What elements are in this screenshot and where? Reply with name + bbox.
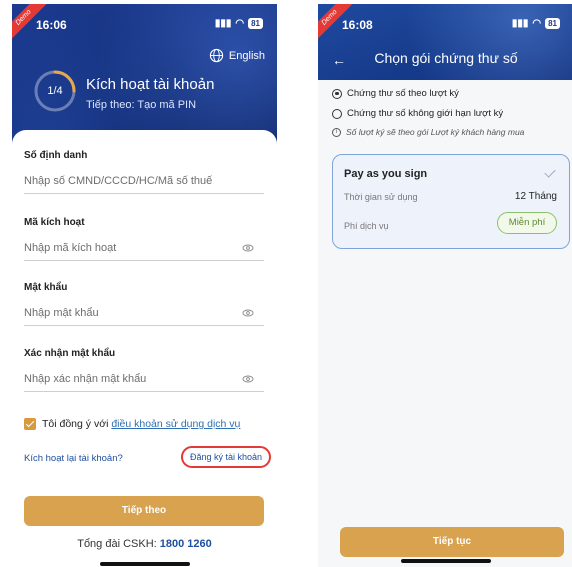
- status-icons: ▮▮▮ ◠ 81: [215, 18, 263, 29]
- language-label: English: [228, 49, 265, 62]
- home-indicator: [401, 559, 491, 563]
- eye-icon[interactable]: [242, 373, 254, 385]
- terms-checkbox[interactable]: [24, 418, 36, 430]
- field-label: Mật khẩu: [24, 282, 68, 293]
- step-progress-ring: 1/4: [32, 68, 78, 114]
- form-card: Số định danh Nhập số CMND/CCCD/HC/Mã số …: [12, 130, 277, 567]
- password-input[interactable]: Nhập mật khẩu: [24, 304, 264, 326]
- status-time: 16:08: [342, 18, 373, 32]
- radio-selected-icon[interactable]: [332, 88, 342, 99]
- field-label: Mã kích hoạt: [24, 217, 85, 228]
- status-bar: 16:06 ▮▮▮ ◠ 81: [12, 18, 277, 32]
- signal-icon: ▮▮▮: [214, 18, 232, 29]
- checkmark-icon: [544, 166, 556, 178]
- wifi-icon: ◠: [235, 18, 245, 29]
- fee-label: Phí dịch vụ: [344, 221, 389, 231]
- hotline-number[interactable]: 1800 1260: [160, 538, 212, 550]
- status-bar: 16:08 ▮▮▮ ◠ 81: [318, 18, 572, 32]
- fee-badge: Miễn phí: [497, 212, 557, 234]
- option-unlimited[interactable]: Chứng thư số không giới hạn lượt ký: [332, 108, 503, 119]
- duration-label: Thời gian sử dụng: [344, 192, 418, 202]
- hotline-label: Tổng đài CSKH:: [77, 538, 157, 550]
- battery-icon: 81: [545, 18, 560, 29]
- field-label: Số định danh: [24, 150, 88, 161]
- eye-icon[interactable]: [242, 307, 254, 319]
- option-label: Chứng thư số không giới hạn lượt ký: [347, 108, 504, 119]
- next-button[interactable]: Tiếp theo: [24, 496, 264, 526]
- header-background: [318, 4, 572, 80]
- id-number-field: Số định danh Nhập số CMND/CCCD/HC/Mã số …: [24, 150, 264, 194]
- info-icon: i: [332, 127, 341, 137]
- hotline: Tổng đài CSKH: 1800 1260: [12, 538, 277, 550]
- eye-icon[interactable]: [242, 242, 254, 254]
- info-text: Số lượt ký sẽ theo gói Lượt ký khách hàn…: [346, 127, 525, 137]
- signal-icon: ▮▮▮: [511, 18, 529, 29]
- input-placeholder: Nhập mật khẩu: [24, 307, 99, 319]
- language-switch[interactable]: English: [209, 48, 265, 63]
- page-title: Kích hoạt tài khoản: [86, 76, 215, 93]
- input-placeholder: Nhập số CMND/CCCD/HC/Mã số thuế: [24, 175, 213, 187]
- terms-link[interactable]: điều khoản sử dụng dịch vụ: [111, 418, 240, 430]
- field-label: Xác nhận mật khẩu: [24, 348, 116, 359]
- option-per-signature[interactable]: Chứng thư số theo lượt ký: [332, 88, 459, 99]
- battery-icon: 81: [248, 18, 263, 29]
- input-placeholder: Nhập mã kích hoạt: [24, 242, 117, 254]
- next-step-subtitle: Tiếp theo: Tạo mã PIN: [86, 99, 197, 111]
- confirm-password-field: Xác nhận mật khẩu Nhập xác nhận mật khẩu: [24, 348, 264, 392]
- confirm-password-input[interactable]: Nhập xác nhận mật khẩu: [24, 370, 264, 392]
- terms-agreement: Tôi đồng ý với điều khoản sử dụng dịch v…: [24, 418, 240, 430]
- page-title: Chọn gói chứng thư số: [374, 50, 518, 66]
- package-card[interactable]: Pay as you sign Thời gian sử dụng 12 Thá…: [332, 154, 570, 249]
- step-counter: 1/4: [47, 85, 63, 97]
- duration-value: 12 Tháng: [514, 191, 557, 202]
- password-field: Mật khẩu Nhập mật khẩu: [24, 282, 264, 326]
- register-link[interactable]: Đăng ký tài khoản: [181, 446, 271, 468]
- home-indicator: [100, 562, 190, 566]
- wifi-icon: ◠: [532, 18, 542, 29]
- info-note: i Số lượt ký sẽ theo gói Lượt ký khách h…: [332, 127, 524, 137]
- radio-unselected-icon[interactable]: [332, 108, 342, 119]
- globe-icon: [209, 48, 224, 63]
- input-placeholder: Nhập xác nhận mật khẩu: [24, 373, 147, 385]
- continue-button[interactable]: Tiếp tục: [340, 527, 564, 557]
- status-icons: ▮▮▮ ◠ 81: [512, 18, 560, 29]
- package-name: Pay as you sign: [344, 168, 428, 180]
- certificate-package-screen: Demo 16:08 ▮▮▮ ◠ 81 ← Chọn gói chứng thư…: [318, 4, 572, 567]
- option-label: Chứng thư số theo lượt ký: [347, 88, 459, 99]
- id-number-input[interactable]: Nhập số CMND/CCCD/HC/Mã số thuế: [24, 172, 264, 194]
- terms-text: Tôi đồng ý với điều khoản sử dụng dịch v…: [42, 418, 241, 430]
- reactivate-link[interactable]: Kích hoạt lại tài khoản?: [24, 453, 123, 464]
- status-time: 16:06: [36, 18, 67, 32]
- activation-code-input[interactable]: Nhập mã kích hoạt: [24, 239, 264, 261]
- activation-screen: Demo 16:06 ▮▮▮ ◠ 81 English 1/4 Kích hoạ…: [12, 4, 277, 567]
- activation-code-field: Mã kích hoạt Nhập mã kích hoạt: [24, 217, 264, 261]
